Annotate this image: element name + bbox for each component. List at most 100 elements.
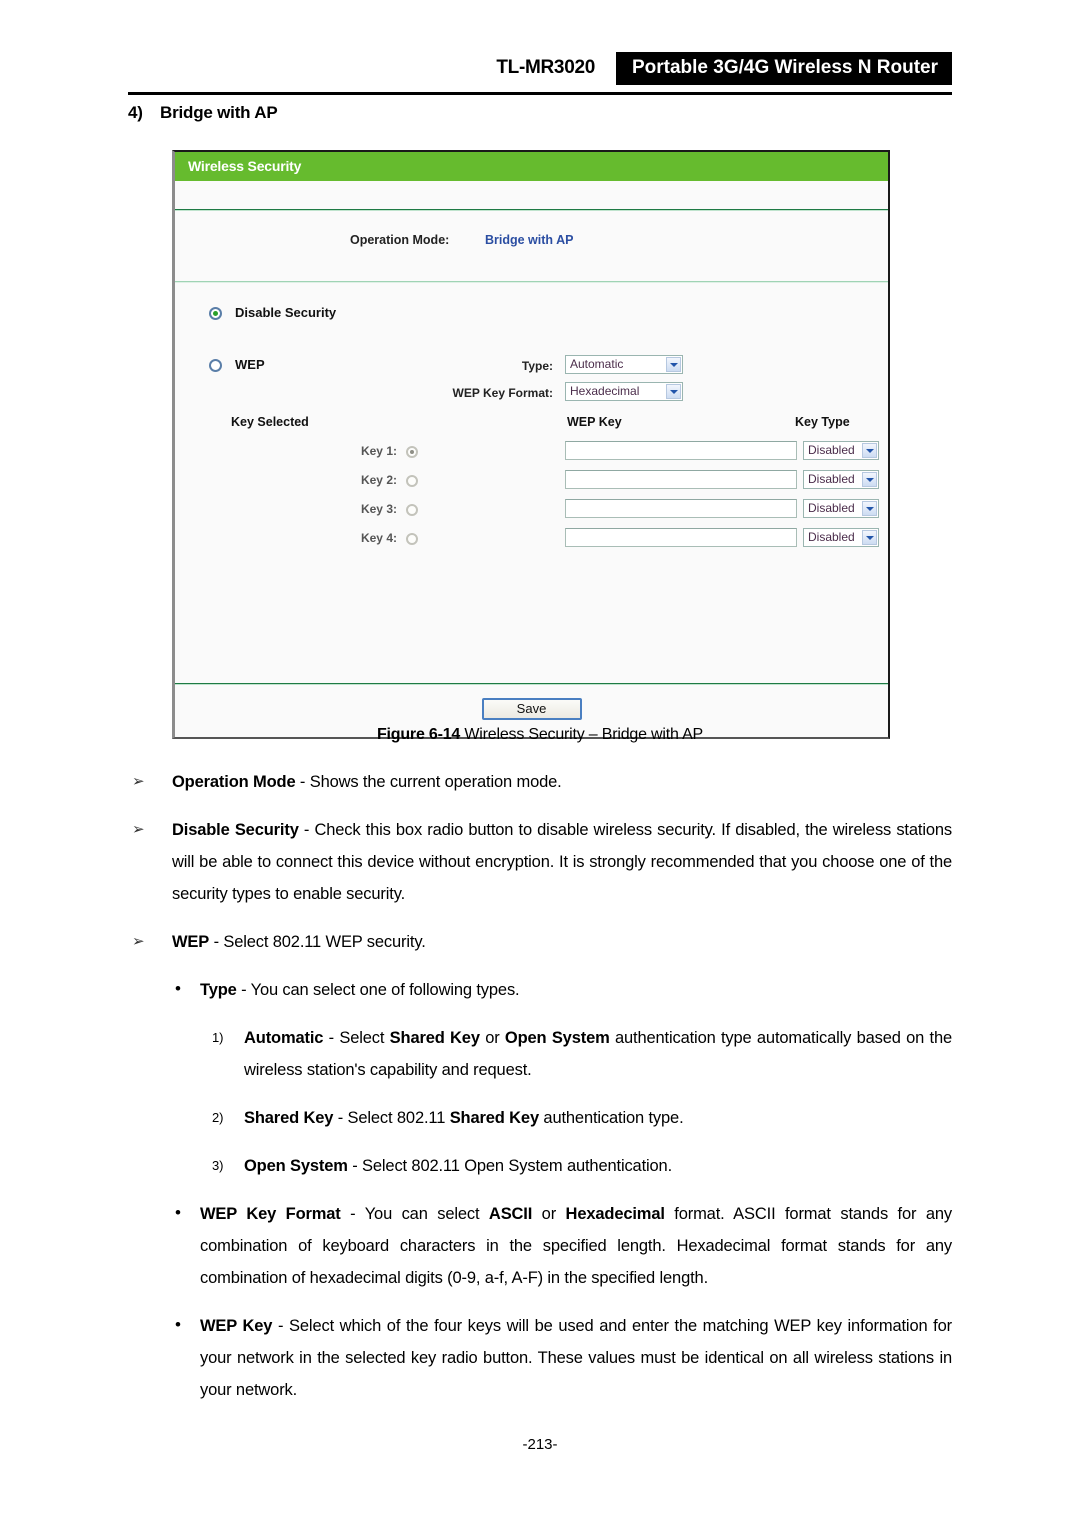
type-select[interactable]: Automatic [565, 355, 683, 374]
term-wep-key-format: WEP Key Format [200, 1205, 341, 1223]
bullet-wep-key: • WEP Key - Select which of the four key… [128, 1310, 952, 1406]
key-type-1-value: Disabled [808, 443, 855, 457]
desc-wep-key: - Select which of the four keys will be … [200, 1317, 952, 1399]
dot-bullet-icon: • [175, 1203, 181, 1222]
section-number: 4) [128, 103, 143, 122]
term-wep: WEP [172, 933, 210, 951]
arrow-bullet-icon: ➢ [132, 933, 145, 950]
radio-key-3-glyph [406, 503, 418, 516]
emph-hexadecimal: Hexadecimal [565, 1205, 665, 1223]
radio-key-2-glyph [406, 474, 418, 487]
option-wep-label: WEP [235, 357, 265, 372]
desc-automatic-part1: - Select [323, 1029, 390, 1047]
chevron-down-icon[interactable] [862, 530, 877, 545]
operation-mode-value: Bridge with AP [485, 233, 574, 247]
figure-caption: Figure 6-14 Wireless Security – Bridge w… [0, 726, 1080, 744]
chevron-down-icon[interactable] [862, 443, 877, 458]
key-3-label: Key 3: [360, 502, 397, 516]
arrow-bullet-icon: ➢ [132, 773, 145, 790]
desc-shared-key-part1: - Select 802.11 [333, 1109, 450, 1127]
column-header-key-type: Key Type [795, 415, 850, 429]
bullet-wep-key-format: • WEP Key Format - You can select ASCII … [128, 1198, 952, 1294]
wep-key-format-select[interactable]: Hexadecimal [565, 382, 683, 401]
body-content: ➢ Operation Mode - Shows the current ope… [128, 766, 952, 1422]
header-product-banner: Portable 3G/4G Wireless N Router [615, 52, 952, 85]
emph-shared-key-2: Shared Key [449, 1109, 539, 1127]
desc-wep-key-format-part1: - You can select [340, 1205, 489, 1223]
chevron-down-icon[interactable] [862, 501, 877, 516]
option-disable-security[interactable]: Disable Security [209, 305, 337, 321]
operation-mode-row: Operation Mode: Bridge with AP [175, 211, 888, 281]
desc-wep: - Select 802.11 WEP security. [209, 933, 426, 951]
term-disable-security: Disable Security [172, 821, 299, 839]
chevron-down-icon[interactable] [666, 357, 681, 372]
figure-caption-number: Figure 6-14 [376, 726, 461, 743]
bullet-disable-security: ➢ Disable Security - Check this box radi… [128, 814, 952, 910]
emph-ascii: ASCII [488, 1205, 533, 1223]
header-model-name: TL-MR3020 [496, 57, 595, 78]
arrow-bullet-icon: ➢ [132, 821, 145, 838]
wep-key-2-input[interactable] [565, 470, 797, 489]
radio-key-4-glyph [406, 532, 418, 545]
list-marker-1: 1) [212, 1030, 224, 1045]
document-running-header: TL-MR3020 Portable 3G/4G Wireless N Rout… [128, 52, 952, 92]
desc-wep-key-format-part2: or [532, 1205, 566, 1223]
desc-operation-mode: - Shows the current operation mode. [295, 773, 562, 791]
page-title: 4) Bridge with AP [128, 103, 278, 123]
bullet-operation-mode: ➢ Operation Mode - Shows the current ope… [128, 766, 952, 798]
save-button[interactable]: Save [481, 698, 582, 720]
radio-disable-security[interactable] [209, 307, 222, 321]
list-marker-3: 3) [212, 1158, 224, 1173]
term-shared-key: Shared Key [244, 1109, 334, 1127]
column-header-wep-key: WEP Key [567, 415, 622, 429]
list-marker-2: 2) [212, 1110, 224, 1125]
section-title: Bridge with AP [160, 103, 278, 122]
page-number: -213- [522, 1436, 558, 1453]
numbered-item-open-system: 3) Open System - Select 802.11 Open Syst… [128, 1150, 952, 1182]
chevron-down-icon[interactable] [862, 472, 877, 487]
desc-open-system: - Select 802.11 Open System authenticati… [347, 1157, 673, 1175]
security-options-area: Disable Security WEP Type: Automatic WEP… [175, 283, 888, 683]
radio-key-4[interactable] [406, 531, 418, 545]
desc-type: - You can select one of following types. [236, 981, 520, 999]
chevron-down-icon[interactable] [666, 384, 681, 399]
key-type-4-value: Disabled [808, 530, 855, 544]
operation-mode-label: Operation Mode: [350, 233, 450, 247]
key-type-1-select[interactable]: Disabled [803, 441, 879, 460]
wep-key-format-select-value: Hexadecimal [570, 384, 640, 398]
radio-key-1-glyph [406, 445, 418, 458]
wep-key-4-input[interactable] [565, 528, 797, 547]
emph-open-system: Open System [504, 1029, 610, 1047]
term-operation-mode: Operation Mode [172, 773, 296, 791]
bullet-type: • Type - You can select one of following… [128, 974, 952, 1006]
term-open-system: Open System [244, 1157, 348, 1175]
key-1-label: Key 1: [360, 444, 397, 458]
key-2-label: Key 2: [360, 473, 397, 487]
term-wep-key: WEP Key [200, 1317, 273, 1335]
term-type: Type [200, 981, 237, 999]
figure-caption-text: Wireless Security – Bridge with AP [460, 726, 704, 743]
numbered-item-shared-key: 2) Shared Key - Select 802.11 Shared Key… [128, 1102, 952, 1134]
wireless-security-panel: Wireless Security Operation Mode: Bridge… [172, 150, 890, 739]
key-type-4-select[interactable]: Disabled [803, 528, 879, 547]
wep-key-3-input[interactable] [565, 499, 797, 518]
key-type-3-select[interactable]: Disabled [803, 499, 879, 518]
key-4-label: Key 4: [360, 531, 397, 545]
radio-wep[interactable] [209, 359, 222, 373]
desc-shared-key-part2: authentication type. [538, 1109, 684, 1127]
column-header-key-selected: Key Selected [231, 415, 309, 429]
radio-key-2[interactable] [406, 473, 418, 487]
radio-key-3[interactable] [406, 502, 418, 516]
dot-bullet-icon: • [175, 979, 181, 998]
key-type-2-value: Disabled [808, 472, 855, 486]
type-select-value: Automatic [570, 357, 624, 371]
option-wep[interactable]: WEP [209, 357, 265, 373]
radio-key-1[interactable] [406, 444, 418, 458]
wep-key-1-input[interactable] [565, 441, 797, 460]
option-disable-security-label: Disable Security [235, 305, 337, 320]
dot-bullet-icon: • [175, 1315, 181, 1334]
emph-shared-key: Shared Key [389, 1029, 480, 1047]
key-type-2-select[interactable]: Disabled [803, 470, 879, 489]
panel-title: Wireless Security [175, 152, 888, 181]
panel-top-spacer [175, 181, 888, 209]
